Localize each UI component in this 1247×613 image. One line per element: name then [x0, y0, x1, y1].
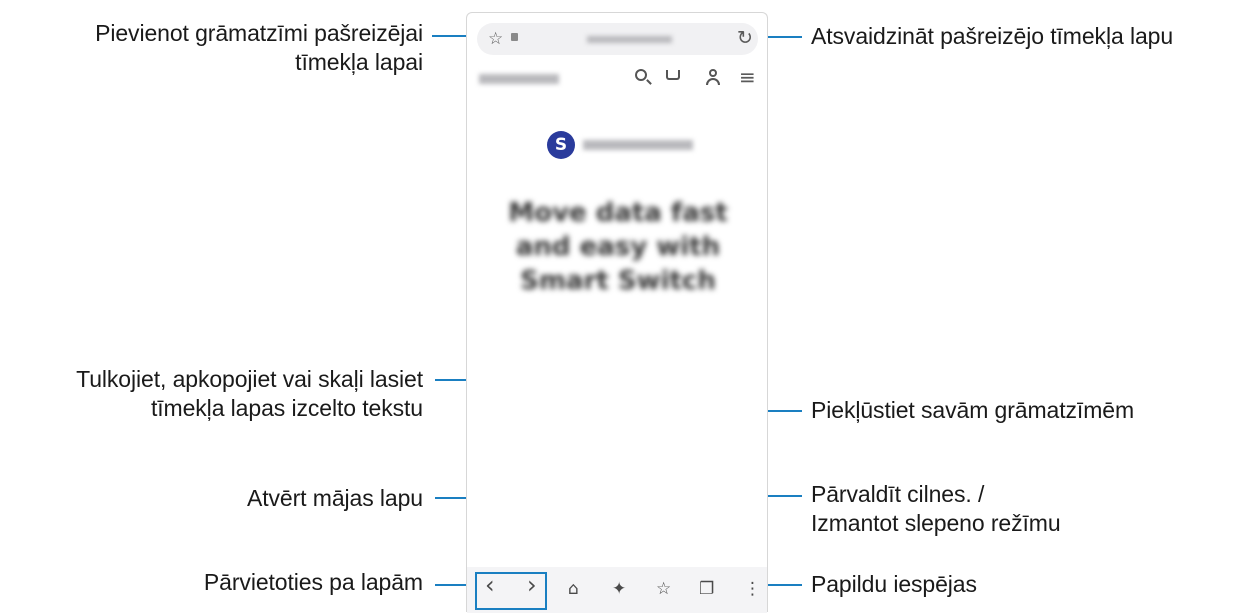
callout-line: tīmekļa lapai	[295, 49, 423, 75]
callout-refresh: Atsvaidzināt pašreizējo tīmekļa lapu	[811, 22, 1173, 51]
address-bar[interactable]: ☆ ↻	[477, 23, 758, 55]
user-icon[interactable]	[709, 69, 717, 77]
search-handle	[646, 79, 652, 85]
menu-icon[interactable]: ≡	[739, 65, 756, 89]
url-text	[587, 36, 672, 43]
callout-bookmarks: Piekļūstiet savām grāmatzīmēm	[811, 396, 1134, 425]
forward-icon[interactable]: ›	[527, 573, 537, 597]
callout-tabs: Pārvaldīt cilnes. / Izmantot slepeno rež…	[811, 480, 1061, 538]
callout-line: Tulkojiet, apkopojiet vai skaļi lasiet	[76, 366, 423, 392]
bookmarks-icon[interactable]: ☆	[656, 579, 671, 599]
callout-line: Papildu iespējas	[811, 571, 977, 597]
brand-name	[583, 140, 693, 150]
callout-line: Atvērt mājas lapu	[247, 485, 423, 511]
callout-add-bookmark: Pievienot grāmatzīmi pašreizējai tīmekļa…	[95, 19, 423, 77]
callout-navigate: Pārvietoties pa lapām	[204, 568, 423, 597]
back-icon[interactable]: ‹	[485, 573, 495, 597]
search-icon[interactable]	[635, 69, 647, 81]
callout-line: tīmekļa lapas izcelto tekstu	[150, 395, 423, 421]
callout-line: Pārvietoties pa lapām	[203, 569, 423, 595]
browser-window: ☆ ↻ ≡ S Move data fast and easy with Sma…	[466, 12, 768, 613]
hero-headline: Move data fast and easy with Smart Switc…	[508, 198, 728, 296]
cart-icon[interactable]	[666, 70, 680, 80]
callout-home: Atvērt mājas lapu	[247, 484, 423, 513]
home-icon[interactable]: ⌂	[568, 579, 579, 599]
callout-line: Atsvaidzināt pašreizējo tīmekļa lapu	[811, 23, 1174, 49]
sparkle-icon[interactable]: ✦	[612, 579, 626, 599]
site-logo[interactable]	[479, 74, 559, 84]
callout-translate: Tulkojiet, apkopojiet vai skaļi lasiet t…	[76, 365, 423, 423]
refresh-icon[interactable]: ↻	[737, 27, 753, 49]
callout-more: Papildu iespējas	[811, 570, 977, 599]
brand-logo: S	[547, 131, 575, 159]
callout-line: Pievienot grāmatzīmi pašreizējai	[95, 20, 423, 46]
more-icon[interactable]: ⋮	[744, 579, 761, 599]
lock-icon	[511, 33, 518, 41]
bookmark-star-icon[interactable]: ☆	[488, 29, 503, 49]
callout-line: Pārvaldīt cilnes. /	[811, 481, 985, 507]
bottom-toolbar: ‹ › ⌂ ✦ ☆ ❐ ⋮	[467, 567, 767, 613]
callout-line: Piekļūstiet savām grāmatzīmēm	[811, 397, 1135, 423]
callout-line: Izmantot slepeno režīmu	[811, 510, 1061, 536]
tabs-icon[interactable]: ❐	[699, 579, 714, 599]
user-body	[706, 78, 720, 85]
